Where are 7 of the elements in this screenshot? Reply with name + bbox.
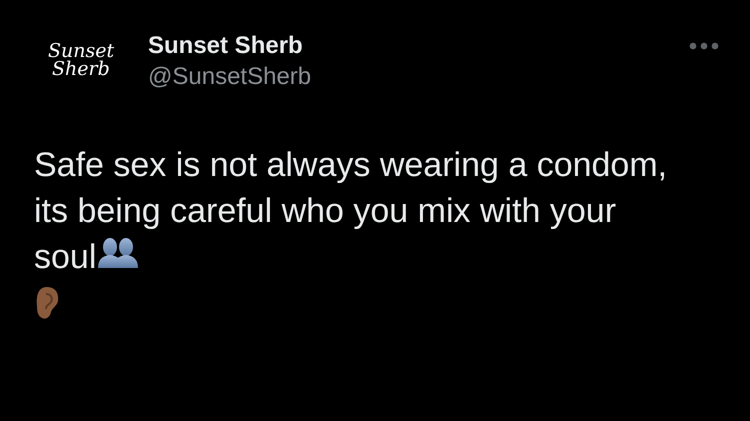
more-icon[interactable]	[688, 42, 720, 50]
busts-icon	[98, 236, 138, 268]
avatar-logo: Sunset Sherb	[47, 39, 116, 82]
display-name: Sunset Sherb	[148, 31, 304, 61]
ear-icon	[34, 286, 60, 320]
tweet-text: Safe sex is not always wearing a condom, its being careful who you mix with your soul	[34, 145, 668, 278]
handle: @SunsetSherb	[148, 62, 312, 92]
